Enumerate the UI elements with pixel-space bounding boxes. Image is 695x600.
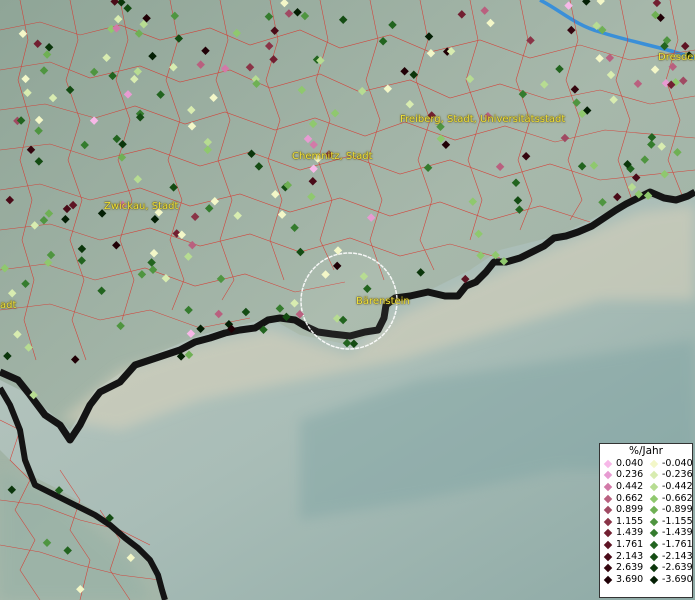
legend-swatch-icon	[603, 517, 613, 527]
label-chemnitz: Chemnitz, Stadt	[292, 151, 373, 162]
legend-row: 0.236 -0.236	[600, 469, 693, 482]
legend-row: 0.040 -0.040	[600, 457, 693, 470]
legend-entry-negative: -1.439	[646, 527, 693, 539]
legend-row: 0.662 -0.662	[600, 492, 693, 505]
legend-entry-negative: -0.899	[646, 504, 693, 516]
legend-entry-negative: -3.690	[646, 573, 693, 585]
legend-swatch-icon	[603, 482, 613, 492]
legend-row: 0.899 -0.899	[600, 504, 693, 516]
legend-swatch-icon	[649, 471, 659, 480]
legend-swatch-icon	[649, 505, 659, 515]
legend-swatch-icon	[649, 575, 659, 584]
legend-swatch-icon	[603, 505, 613, 515]
legend-value: -0.442	[662, 480, 693, 492]
label-zwickau: Zwickau, Stadt	[104, 201, 179, 212]
legend-entry-positive: 1.761	[600, 538, 646, 550]
legend-value: -0.040	[662, 457, 693, 469]
legend-row: 2.143 -2.143	[600, 550, 693, 563]
legend-row: 2.639 -2.639	[600, 562, 693, 574]
legend-value: -0.899	[662, 504, 693, 516]
legend-entry-negative: -2.639	[646, 562, 693, 574]
legend-row: 0.442 -0.442	[600, 480, 693, 493]
legend-value: 0.662	[616, 492, 644, 504]
legend-entry-negative: -0.236	[646, 469, 693, 481]
legend-value: 0.899	[616, 504, 644, 516]
legend-entry-positive: 0.899	[600, 505, 646, 515]
legend-value: -2.639	[662, 562, 693, 574]
legend-entry-negative: -0.662	[646, 492, 693, 504]
legend-value: -1.439	[662, 527, 693, 539]
legend-entry-positive: 2.639	[600, 563, 646, 573]
label-dresden: Dresden	[658, 52, 695, 63]
legend-value: 0.442	[616, 480, 644, 492]
legend-value: 1.155	[616, 515, 644, 527]
legend-value: -2.143	[662, 550, 693, 562]
legend-entry-positive: 0.040	[600, 457, 646, 469]
legend-entry-positive: 1.439	[600, 528, 646, 538]
legend-entry-negative: -1.761	[646, 538, 693, 550]
legend-entry-negative: -0.442	[646, 480, 693, 492]
legend-swatch-icon	[603, 471, 613, 480]
legend-swatch-icon	[649, 552, 659, 561]
legend-swatch-icon	[649, 529, 659, 538]
legend-value: 0.236	[616, 469, 644, 481]
legend-entry-positive: 0.236	[600, 470, 646, 480]
legend-entry-positive: 1.155	[600, 515, 646, 527]
map-legend: %/Jahr 0.040 -0.040 0.236 -0.236 0.442 -0.442…	[599, 443, 693, 598]
legend-entry-positive: 3.690	[600, 573, 646, 585]
legend-swatch-icon	[649, 459, 659, 469]
map-canvas[interactable]	[0, 0, 695, 600]
label-baerenstein: Bärenstein	[356, 296, 410, 307]
legend-title: %/Jahr	[628, 445, 664, 457]
legend-swatch-icon	[649, 540, 659, 550]
legend-value: -0.236	[662, 469, 693, 481]
legend-entry-positive: 0.662	[600, 492, 646, 504]
legend-swatch-icon	[603, 575, 613, 584]
legend-value: 1.439	[616, 527, 644, 539]
legend-swatch-icon	[603, 494, 613, 503]
legend-value: -3.690	[662, 573, 693, 585]
legend-row: 3.690 -3.690	[600, 573, 693, 586]
legend-value: 3.690	[616, 573, 644, 585]
legend-swatch-icon	[603, 459, 613, 469]
legend-rows: 0.040 -0.040 0.236 -0.236 0.442 -0.442 0.662 -0…	[600, 457, 693, 586]
legend-swatch-icon	[649, 517, 659, 527]
legend-entry-negative: -2.143	[646, 550, 693, 562]
legend-row: 1.155 -1.155	[600, 515, 693, 528]
legend-entry-positive: 0.442	[600, 480, 646, 492]
legend-swatch-icon	[603, 540, 613, 550]
legend-swatch-icon	[649, 482, 659, 492]
legend-entry-negative: -1.155	[646, 515, 693, 527]
label-stadt-left: adt	[0, 300, 17, 311]
legend-entry-negative: -0.040	[646, 457, 693, 469]
legend-value: 0.040	[616, 457, 644, 469]
legend-entry-positive: 2.143	[600, 550, 646, 562]
legend-swatch-icon	[649, 563, 659, 573]
label-freiberg: Freiberg, Stadt, Universitätsstadt	[400, 114, 566, 125]
legend-swatch-icon	[603, 552, 613, 561]
legend-swatch-icon	[649, 494, 659, 503]
legend-row: 1.439 -1.439	[600, 527, 693, 540]
legend-swatch-icon	[603, 563, 613, 573]
legend-swatch-icon	[603, 529, 613, 538]
legend-value: 2.639	[616, 562, 644, 574]
legend-value: -1.155	[662, 515, 693, 527]
legend-value: 1.761	[616, 538, 644, 550]
legend-value: -1.761	[662, 538, 693, 550]
legend-row: 1.761 -1.761	[600, 538, 693, 551]
legend-value: -0.662	[662, 492, 693, 504]
legend-value: 2.143	[616, 550, 644, 562]
